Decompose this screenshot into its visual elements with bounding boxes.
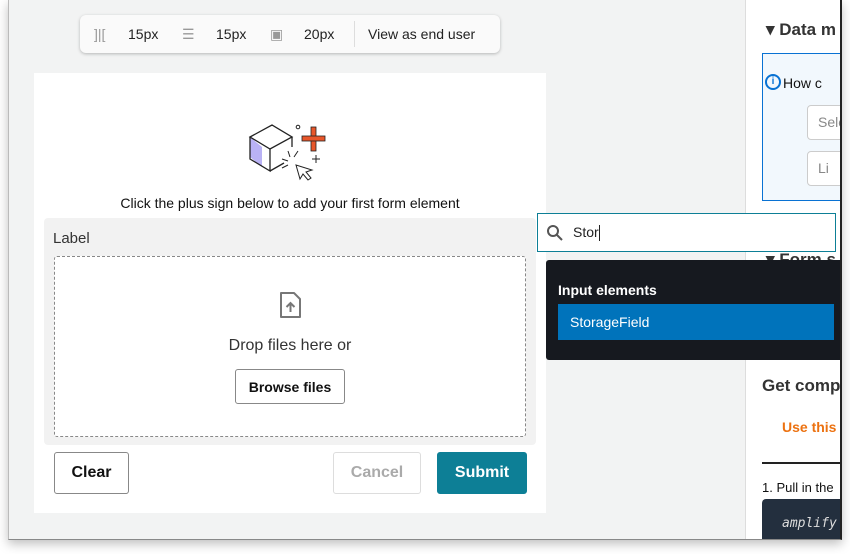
option-storagefield[interactable]: StorageField — [558, 304, 834, 340]
group-header: Input elements — [558, 282, 657, 298]
submit-button[interactable]: Submit — [437, 452, 527, 494]
element-search-input[interactable]: Stor — [537, 213, 836, 252]
element-dropdown: Input elements StorageField — [546, 260, 840, 360]
padding-value[interactable]: 20px — [304, 26, 344, 42]
link-button[interactable]: Li — [807, 151, 840, 186]
view-as-end-user-button[interactable]: View as end user — [368, 26, 475, 42]
vertical-gap-value[interactable]: 15px — [216, 26, 256, 42]
divider — [354, 21, 355, 47]
add-element-illustration-icon — [248, 124, 326, 181]
info-icon: i — [765, 74, 781, 90]
data-source-select[interactable]: Sele — [807, 105, 840, 140]
form-canvas: Click the plus sign below to add your fi… — [34, 73, 546, 513]
search-value: Stor — [573, 223, 599, 240]
app-window: ]|[ 15px ☰ 15px ▣ 20px View as end user … — [8, 0, 842, 540]
clear-button[interactable]: Clear — [54, 452, 129, 494]
field-label: Label — [53, 230, 90, 247]
file-upload-icon — [280, 292, 301, 318]
step-text: 1. Pull in the — [762, 480, 834, 495]
horizontal-gap-value[interactable]: 15px — [128, 26, 168, 42]
cancel-button[interactable]: Cancel — [333, 452, 421, 494]
info-question: How c — [783, 75, 822, 91]
browse-files-button[interactable]: Browse files — [235, 369, 345, 404]
text-cursor — [598, 225, 600, 242]
data-section-title: Data m — [779, 20, 836, 39]
vertical-gap-icon[interactable]: ☰ — [182, 26, 202, 43]
info-box: i How c Sele Li — [762, 53, 840, 201]
data-section-heading[interactable]: ▾ Data m — [766, 20, 836, 40]
empty-form-hint: Click the plus sign below to add your fi… — [120, 195, 460, 211]
search-icon — [547, 224, 563, 241]
spacing-toolbar: ]|[ 15px ☰ 15px ▣ 20px View as end user — [80, 15, 500, 53]
drop-files-text: Drop files here or — [228, 337, 352, 354]
file-drop-zone[interactable]: Drop files here or Browse files — [54, 256, 526, 437]
code-block: amplify — [762, 499, 840, 539]
tab-use-this[interactable]: Use this c — [782, 419, 840, 435]
divider — [762, 462, 840, 464]
padding-icon[interactable]: ▣ — [270, 26, 290, 43]
get-component-heading: Get comp — [762, 376, 841, 395]
storage-field[interactable]: Label Drop files here or Browse files — [44, 218, 536, 445]
horizontal-gap-icon[interactable]: ]|[ — [94, 26, 114, 42]
